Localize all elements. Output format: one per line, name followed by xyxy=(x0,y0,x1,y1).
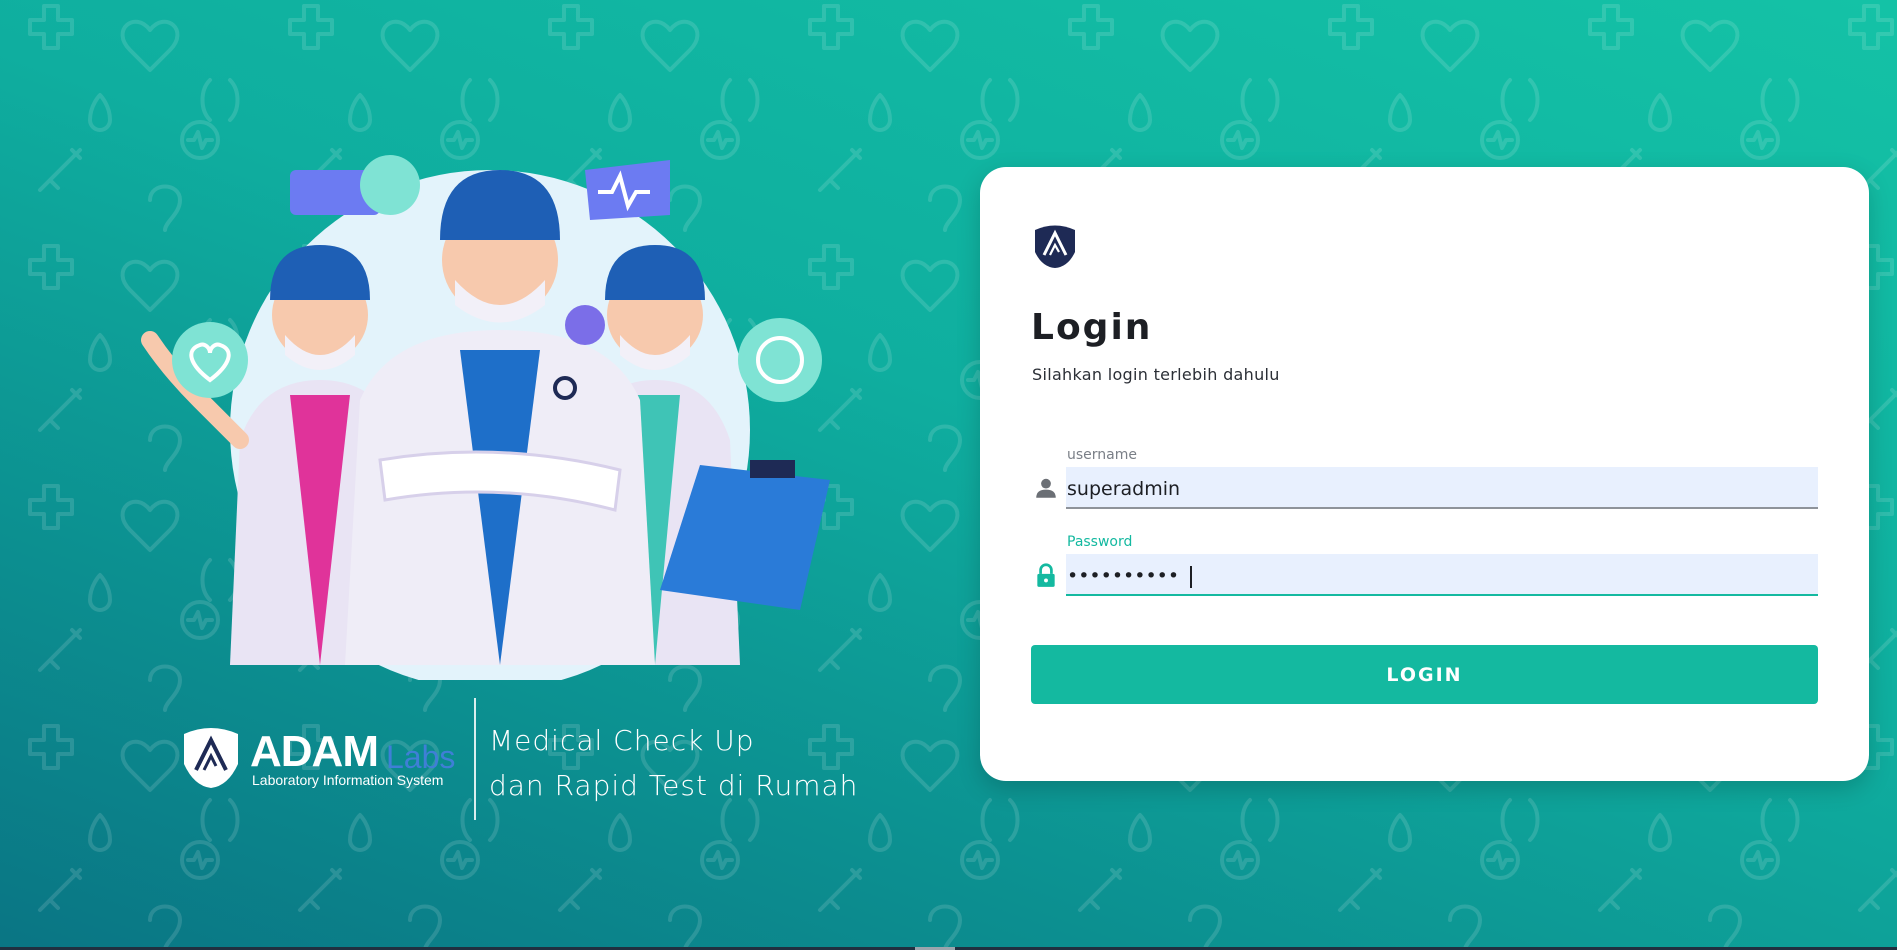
doctors-illustration xyxy=(141,155,830,680)
adamlabs-brand: ADAM Labs Laboratory Information System xyxy=(178,722,468,792)
password-input-box xyxy=(1066,554,1818,596)
password-field: Password xyxy=(1031,534,1818,596)
tagline-line-2: dan Rapid Test di Rumah xyxy=(489,769,859,802)
page-title: Login xyxy=(1031,307,1153,348)
tagline-line-1: Medical Check Up xyxy=(489,724,755,757)
password-label: Password xyxy=(1067,534,1133,550)
text-caret xyxy=(1190,566,1192,588)
username-label: username xyxy=(1067,447,1137,463)
adamlabs-logo-icon xyxy=(184,728,238,788)
brand-divider xyxy=(474,698,476,820)
username-input-box xyxy=(1066,467,1818,509)
app-logo-icon xyxy=(1035,225,1075,268)
login-card: Login Silahkan login terlebih dahulu use… xyxy=(980,167,1869,781)
brand-name-accent: Labs xyxy=(386,739,456,775)
login-button[interactable]: LOGIN xyxy=(1031,645,1818,704)
tagline: Medical Check Up dan Rapid Test di Rumah xyxy=(489,718,858,808)
password-input[interactable] xyxy=(1066,554,1818,594)
person-icon xyxy=(1036,478,1056,498)
username-input[interactable] xyxy=(1066,467,1818,507)
brand-subtitle: Laboratory Information System xyxy=(252,772,444,788)
page-subtitle: Silahkan login terlebih dahulu xyxy=(1032,365,1280,384)
brand-name: ADAM xyxy=(250,727,379,776)
username-field: username xyxy=(1031,447,1818,509)
lock-icon xyxy=(1037,563,1055,587)
